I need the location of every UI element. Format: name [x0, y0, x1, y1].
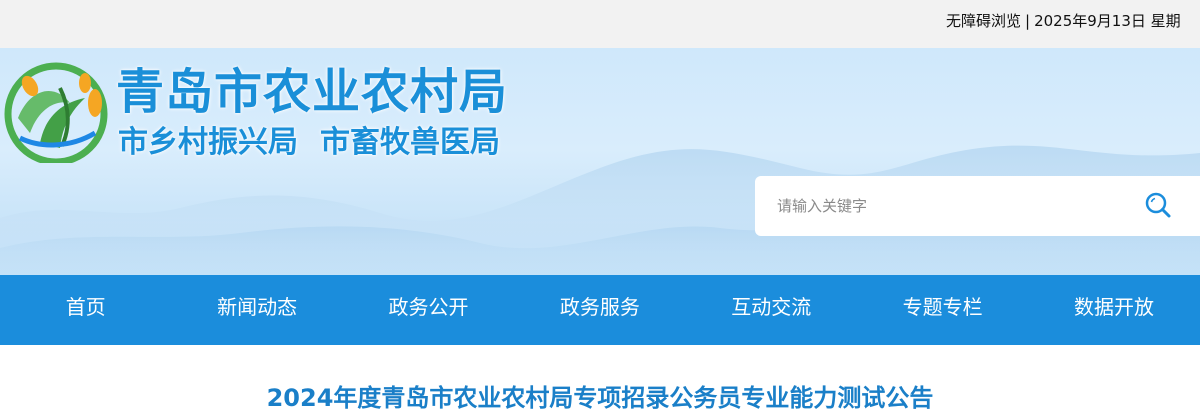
- site-title: 青岛市农业农村局: [116, 64, 509, 120]
- nav-item-government-services[interactable]: 政务服务: [514, 275, 685, 345]
- topbar-separator: |: [1025, 12, 1031, 30]
- search-icon[interactable]: [1143, 190, 1173, 220]
- article-title: 2024年度青岛市农业农村局专项招录公务员专业能力测试公告: [266, 384, 934, 412]
- bureau-logo-icon: [4, 62, 108, 163]
- subtitle-rural-revitalization: 市乡村振兴局: [118, 125, 298, 160]
- search-box: [755, 176, 1200, 236]
- nav-item-open-data[interactable]: 数据开放: [1028, 275, 1199, 345]
- search-input[interactable]: [777, 188, 1137, 224]
- subtitle-animal-husbandry: 市畜牧兽医局: [320, 125, 500, 160]
- nav-item-home[interactable]: 首页: [0, 275, 171, 345]
- site-subtitle: 市乡村振兴局 市畜牧兽医局: [118, 117, 500, 161]
- weekday-prefix: 星期: [1150, 12, 1181, 30]
- topbar-info: 无障碍浏览 | 2025年9月13日 星期: [946, 10, 1192, 33]
- main-nav: 首页 新闻动态 政务公开 政务服务 互动交流 专题专栏 数据开放: [0, 275, 1200, 345]
- nav-item-news[interactable]: 新闻动态: [171, 275, 342, 345]
- nav-item-interaction[interactable]: 互动交流: [686, 275, 857, 345]
- accessibility-link[interactable]: 无障碍浏览: [946, 12, 1021, 30]
- current-date: 2025年9月13日: [1034, 12, 1146, 30]
- nav-item-government-affairs[interactable]: 政务公开: [343, 275, 514, 345]
- nav-item-special-topics[interactable]: 专题专栏: [857, 275, 1028, 345]
